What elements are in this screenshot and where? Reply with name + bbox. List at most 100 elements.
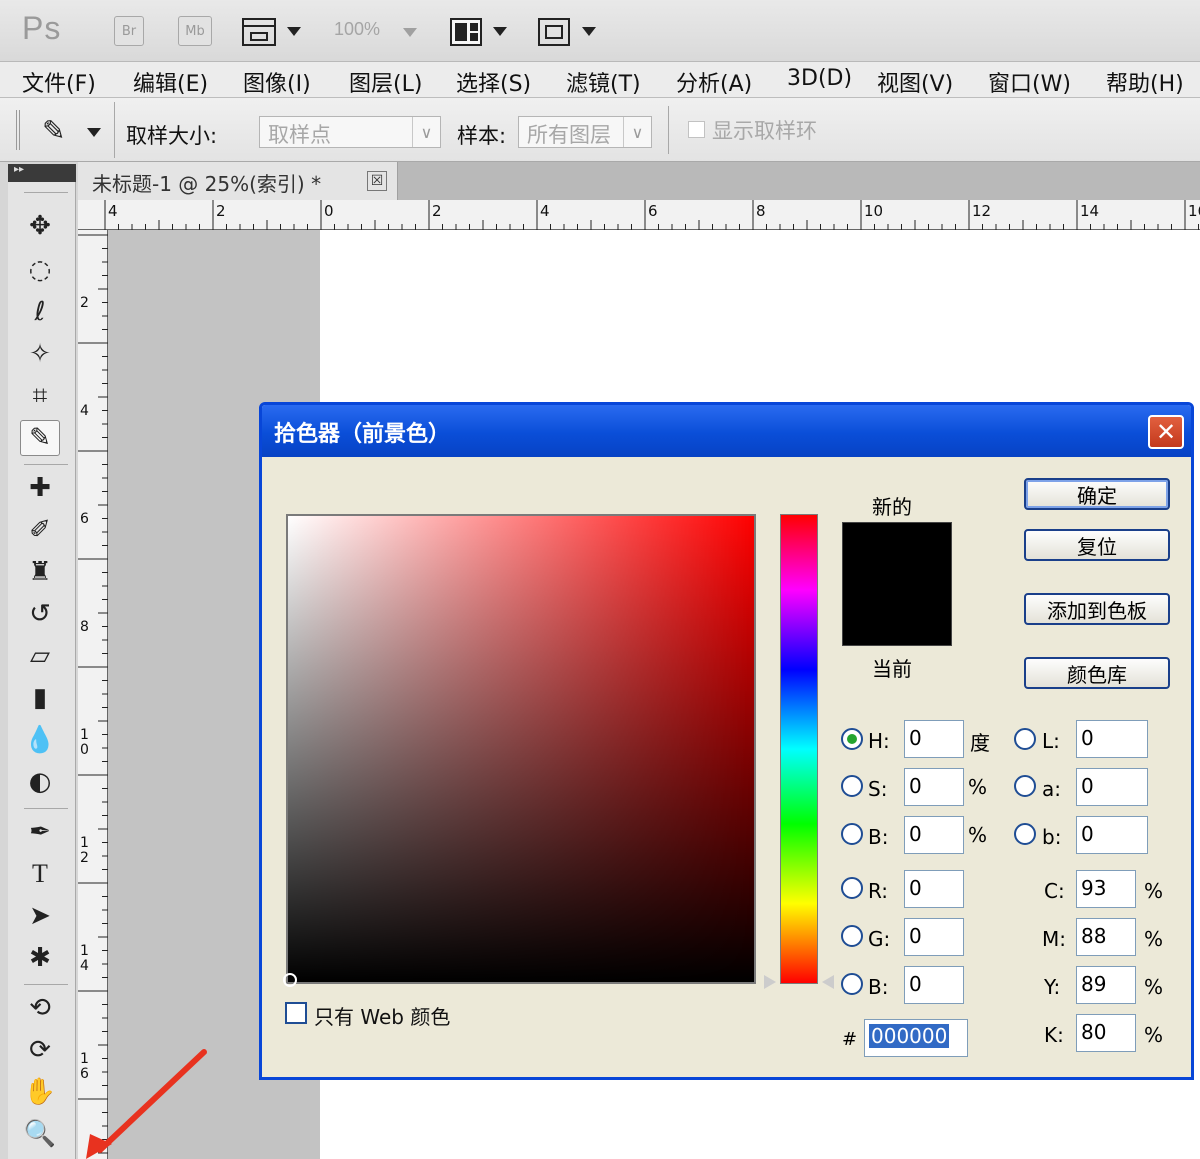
radio-brightness[interactable] <box>841 823 863 845</box>
lasso-tool-icon[interactable]: ℓ <box>20 294 60 330</box>
color-libraries-button[interactable]: 颜色库 <box>1024 657 1170 689</box>
brush-tool-icon[interactable]: ✐ <box>20 512 60 548</box>
menu-file[interactable]: 文件(F) <box>22 66 96 98</box>
color-field-marker[interactable] <box>283 973 297 987</box>
new-color-label: 新的 <box>872 495 912 519</box>
radio-h[interactable] <box>841 728 863 750</box>
radio-s[interactable] <box>841 775 863 797</box>
tool-preset-dropdown-icon[interactable] <box>87 128 101 137</box>
sample-label: 样本: <box>457 124 507 148</box>
view-extras-icon[interactable] <box>242 18 276 46</box>
sample-size-label: 取样大小: <box>126 124 218 148</box>
hue-slider[interactable] <box>780 514 818 984</box>
eyedropper-tool-icon[interactable]: ✎ <box>20 420 60 456</box>
dodge-tool-icon[interactable]: ◐ <box>20 764 60 800</box>
3d-orbit-tool-icon[interactable]: ⟳ <box>20 1032 60 1068</box>
mini-bridge-button[interactable]: Mb <box>178 16 212 46</box>
brightness-input[interactable]: 0 <box>904 816 964 854</box>
m-input[interactable]: 88 <box>1076 918 1136 956</box>
ruler-label: 4 <box>80 403 89 419</box>
eraser-tool-icon[interactable]: ▱ <box>20 638 60 674</box>
y-input[interactable]: 89 <box>1076 966 1136 1004</box>
zoom-tool-icon[interactable]: 🔍 <box>20 1116 60 1152</box>
magic-wand-tool-icon[interactable]: ✧ <box>20 336 60 372</box>
arrange-dropdown-icon[interactable] <box>493 27 507 36</box>
a-input[interactable]: 0 <box>1076 768 1148 806</box>
blur-tool-icon[interactable]: 💧 <box>20 722 60 758</box>
menu-view[interactable]: 视图(V) <box>877 66 953 98</box>
r-input[interactable]: 0 <box>904 870 964 908</box>
vertical-ruler-ticks <box>78 234 108 1154</box>
crop-tool-icon[interactable]: ⌗ <box>20 378 60 414</box>
menu-3d[interactable]: 3D(D) <box>787 66 852 91</box>
view-extras-dropdown-icon[interactable] <box>287 27 301 36</box>
marquee-tool-icon[interactable]: ◌ <box>20 252 60 288</box>
horizontal-ruler[interactable]: 4 2 0 2 4 6 8 10 12 14 16 <box>78 200 1200 230</box>
radio-a[interactable] <box>1014 775 1036 797</box>
menu-image[interactable]: 图像(I) <box>243 66 311 98</box>
sample-layers-select[interactable]: 所有图层 ∨ <box>518 116 652 148</box>
blue-input[interactable]: 0 <box>904 966 964 1004</box>
menu-analysis[interactable]: 分析(A) <box>676 66 752 98</box>
hex-input[interactable]: 000000 <box>864 1019 968 1057</box>
b-lab-input[interactable]: 0 <box>1076 816 1148 854</box>
screen-mode-icon[interactable] <box>538 18 570 46</box>
add-to-swatches-button[interactable]: 添加到色板 <box>1024 593 1170 625</box>
menu-help[interactable]: 帮助(H) <box>1106 66 1184 98</box>
current-color-swatch[interactable] <box>842 584 952 646</box>
screen-mode-dropdown-icon[interactable] <box>582 27 596 36</box>
eyedropper-preset-icon[interactable]: ✎ <box>42 114 78 147</box>
reset-button[interactable]: 复位 <box>1024 529 1170 561</box>
close-icon[interactable]: ✕ <box>1148 415 1184 449</box>
show-sampling-ring-checkbox[interactable] <box>688 121 705 138</box>
path-selection-tool-icon[interactable]: ➤ <box>20 898 60 934</box>
zoom-level[interactable]: 100% <box>334 19 380 40</box>
type-tool-icon[interactable]: T <box>20 856 60 892</box>
h-input[interactable]: 0 <box>904 720 964 758</box>
menu-window[interactable]: 窗口(W) <box>988 66 1071 98</box>
history-brush-tool-icon[interactable]: ↺ <box>20 596 60 632</box>
g-input[interactable]: 0 <box>904 918 964 956</box>
gradient-tool-icon[interactable]: ▮ <box>20 680 60 716</box>
c-input[interactable]: 93 <box>1076 870 1136 908</box>
hue-slider-handle-right[interactable] <box>822 975 834 989</box>
b-lab-label: b: <box>1042 825 1062 849</box>
l-input[interactable]: 0 <box>1076 720 1148 758</box>
toolbox-collapse-icon[interactable]: ▸▸ <box>8 164 76 182</box>
zoom-dropdown-icon[interactable] <box>403 28 417 37</box>
pen-tool-icon[interactable]: ✒ <box>20 814 60 850</box>
radio-b-lab[interactable] <box>1014 823 1036 845</box>
options-grip[interactable] <box>16 110 20 150</box>
custom-shape-tool-icon[interactable]: ✱ <box>20 940 60 976</box>
document-tab[interactable]: 未标题-1 @ 25%(索引) * ☒ <box>78 162 398 200</box>
radio-l[interactable] <box>1014 728 1036 750</box>
healing-brush-tool-icon[interactable]: ✚ <box>20 470 60 506</box>
radio-r[interactable] <box>841 877 863 899</box>
s-input[interactable]: 0 <box>904 768 964 806</box>
toolbox-separator <box>24 984 68 985</box>
vertical-ruler[interactable]: 2 4 6 8 10 12 14 16 <box>78 230 108 1159</box>
menu-layer[interactable]: 图层(L) <box>349 66 422 98</box>
radio-g[interactable] <box>841 925 863 947</box>
arrange-documents-icon[interactable] <box>450 18 482 46</box>
move-tool-icon[interactable]: ✥ <box>20 208 60 244</box>
menu-filter[interactable]: 滤镜(T) <box>566 66 641 98</box>
dialog-title-bar[interactable]: 拾色器（前景色） ✕ <box>262 405 1191 457</box>
hue-slider-handle-left[interactable] <box>764 975 776 989</box>
toolbox-grip[interactable] <box>24 192 68 193</box>
g-label: G: <box>868 927 891 951</box>
radio-blue[interactable] <box>841 973 863 995</box>
web-colors-only-checkbox[interactable] <box>285 1002 307 1024</box>
k-input[interactable]: 80 <box>1076 1014 1136 1052</box>
clone-stamp-tool-icon[interactable]: ♜ <box>20 554 60 590</box>
menu-edit[interactable]: 编辑(E) <box>133 66 208 98</box>
hand-tool-icon[interactable]: ✋ <box>20 1074 60 1110</box>
sample-size-select[interactable]: 取样点 ∨ <box>259 116 441 148</box>
color-field[interactable] <box>286 514 756 984</box>
chevron-down-icon: ∨ <box>412 117 440 147</box>
bridge-button[interactable]: Br <box>114 16 144 46</box>
close-document-icon[interactable]: ☒ <box>367 171 387 191</box>
ok-button[interactable]: 确定 <box>1024 478 1170 510</box>
3d-rotate-tool-icon[interactable]: ⟲ <box>20 990 60 1026</box>
menu-select[interactable]: 选择(S) <box>456 66 531 98</box>
